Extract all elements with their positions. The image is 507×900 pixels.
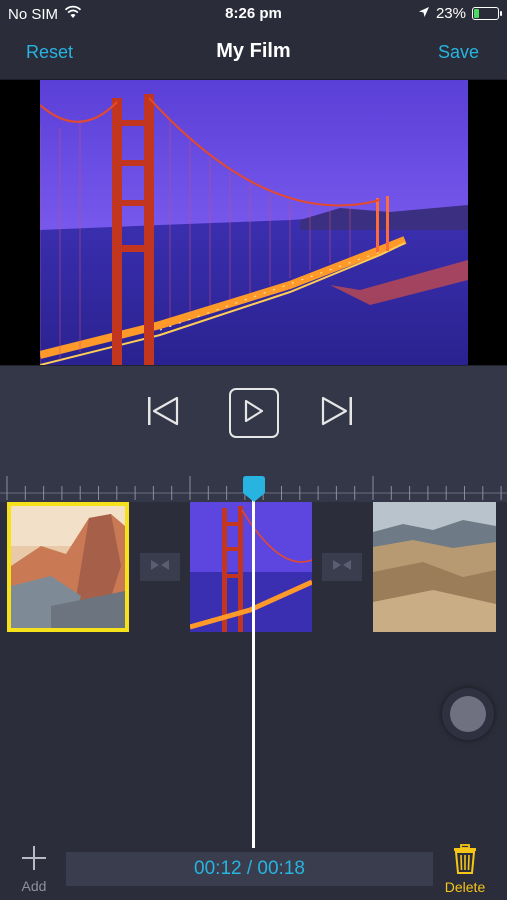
- transition-icon: [149, 558, 171, 577]
- playhead-handle[interactable]: [243, 476, 265, 502]
- add-label: Add: [21, 878, 47, 894]
- battery-level: [474, 9, 479, 18]
- clip-desert[interactable]: [373, 502, 496, 632]
- timeline[interactable]: [0, 460, 507, 850]
- assistive-touch-inner: [450, 696, 486, 732]
- nav-bar: Reset My Film Save: [0, 28, 507, 80]
- save-button[interactable]: Save: [438, 42, 479, 63]
- add-button[interactable]: Add: [16, 844, 52, 894]
- clip-golden-gate[interactable]: [190, 502, 312, 632]
- preview-frame-golden-gate: [40, 80, 468, 365]
- play-button[interactable]: [229, 388, 279, 438]
- skip-next-button[interactable]: [312, 388, 362, 438]
- trash-icon: [452, 844, 478, 878]
- delete-button[interactable]: Delete: [440, 844, 490, 895]
- clip-thumbnail-golden-gate: [190, 502, 312, 632]
- location-arrow-icon: [418, 5, 430, 22]
- battery-percent: 23%: [435, 5, 466, 22]
- delete-label: Delete: [444, 879, 486, 895]
- clip-thumbnail-half-dome: [11, 506, 125, 628]
- assistive-touch-button[interactable]: [442, 688, 494, 740]
- transition-button[interactable]: [140, 553, 180, 581]
- transition-button[interactable]: [322, 553, 362, 581]
- status-bar: No SIM 8:26 pm 23%: [0, 0, 507, 28]
- video-preview[interactable]: [0, 80, 507, 365]
- bottom-toolbar: Add 00:12 / 00:18 Delete: [0, 844, 507, 900]
- play-icon: [243, 399, 265, 428]
- skip-previous-button[interactable]: [138, 388, 188, 438]
- page-title: My Film: [216, 40, 291, 62]
- status-right: 23%: [418, 5, 502, 22]
- time-display: 00:12 / 00:18: [66, 852, 433, 886]
- transition-icon: [331, 558, 353, 577]
- battery-icon: [472, 7, 502, 20]
- playhead[interactable]: [252, 490, 255, 848]
- clip-half-dome[interactable]: [7, 502, 129, 632]
- plus-icon: [16, 844, 52, 878]
- skip-previous-icon: [146, 396, 180, 431]
- clip-thumbnail-desert: [373, 502, 496, 632]
- skip-next-icon: [320, 396, 354, 431]
- playback-controls: [0, 365, 507, 460]
